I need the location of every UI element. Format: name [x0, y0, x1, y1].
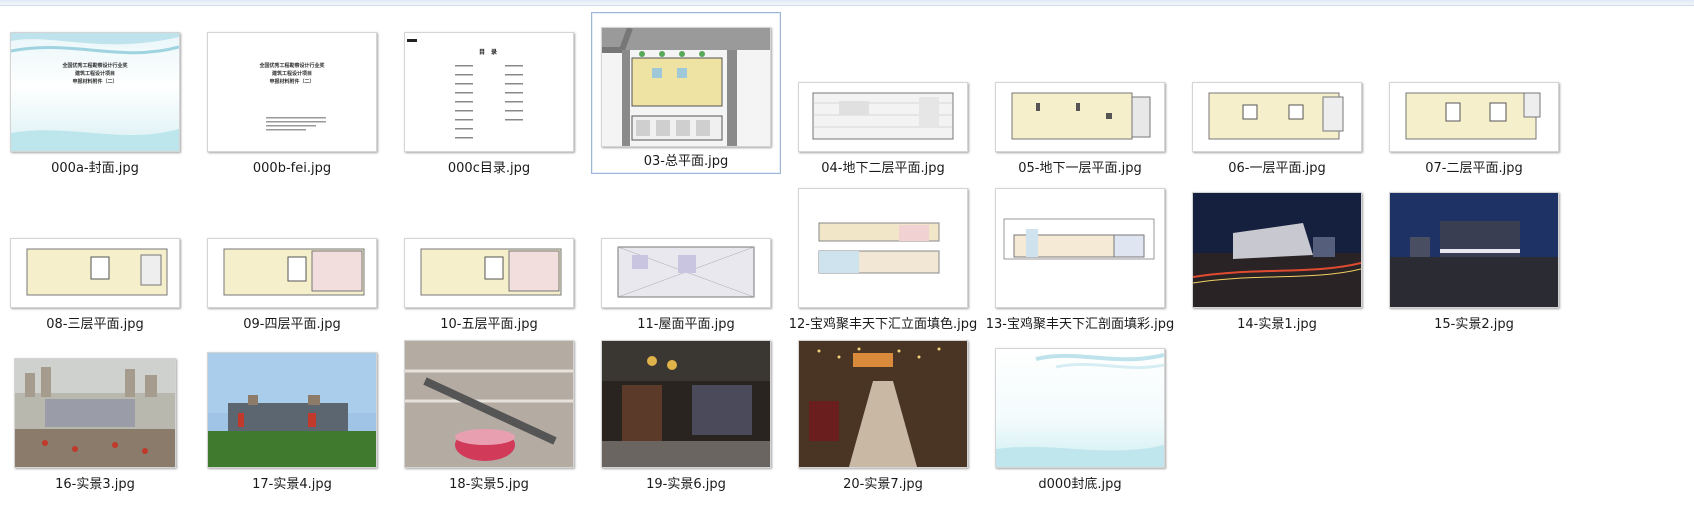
cover-title-line1: 全国优秀工程勘察设计行业奖 [62, 63, 128, 69]
title-page-thumbnail: 全国优秀工程勘察设计行业奖 建筑工程设计项目 申报材料附件（二） [207, 32, 377, 152]
file-item-selected[interactable]: 03-总平面.jpg [591, 12, 781, 174]
file-item[interactable]: 全国优秀工程勘察设计行业奖 建筑工程设计项目 申报材料附件（二） 000b-fe… [197, 12, 387, 182]
plan-thumbnail [798, 82, 968, 152]
photo-thumbnail [14, 358, 176, 468]
file-item[interactable]: 目 录 000c目录.jpg [394, 12, 584, 182]
elevation-thumbnail [798, 188, 968, 308]
file-item[interactable]: 17-实景4.jpg [197, 328, 387, 498]
file-name: 14-实景1.jpg [1237, 317, 1317, 332]
photo-thumbnail [404, 340, 574, 468]
file-name: 18-实景5.jpg [449, 477, 529, 492]
cover-thumbnail: 全国优秀工程勘察设计行业奖 建筑工程设计项目 申报材料附件（二） [10, 32, 180, 152]
file-item[interactable]: 08-三层平面.jpg [0, 168, 190, 338]
file-name: 20-实景7.jpg [843, 477, 923, 492]
file-item[interactable]: 07-二层平面.jpg [1379, 12, 1569, 182]
file-item[interactable]: 11-屋面平面.jpg [591, 168, 781, 338]
file-item[interactable]: 04-地下二层平面.jpg [788, 12, 978, 182]
file-item[interactable]: 12-宝鸡聚丰天下汇立面填色.jpg [788, 168, 978, 338]
file-item[interactable]: 13-宝鸡聚丰天下汇剖面填彩.jpg [985, 168, 1175, 338]
back-cover-thumbnail [995, 348, 1165, 468]
cover-title-line2: 建筑工程设计项目 [74, 71, 115, 77]
file-name: 19-实景6.jpg [646, 477, 726, 492]
plan-thumbnail [995, 82, 1165, 152]
file-name: 17-实景4.jpg [252, 477, 332, 492]
toc-title: 目 录 [478, 49, 500, 56]
plan-thumbnail [1389, 82, 1559, 152]
plan-thumbnail [10, 238, 180, 308]
file-item[interactable]: 06-一层平面.jpg [1182, 12, 1372, 182]
plan-thumbnail [404, 238, 574, 308]
cover-title-line3: 申报材料附件（二） [72, 79, 118, 85]
file-item[interactable]: 20-实景7.jpg [788, 328, 978, 498]
file-item[interactable]: 09-四层平面.jpg [197, 168, 387, 338]
file-item[interactable]: d000封底.jpg [985, 328, 1175, 498]
plan-thumbnail [601, 238, 771, 308]
file-item[interactable]: 14-实景1.jpg [1182, 168, 1372, 338]
photo-thumbnail [798, 340, 968, 468]
file-name: 16-实景3.jpg [55, 477, 135, 492]
plan-thumbnail [1192, 82, 1362, 152]
file-item[interactable]: 16-实景3.jpg [0, 328, 190, 498]
photo-thumbnail [207, 352, 377, 468]
window-top-edge [0, 0, 1694, 6]
section-thumbnail [995, 188, 1165, 308]
file-item[interactable]: 19-实景6.jpg [591, 328, 781, 498]
file-item[interactable]: 15-实景2.jpg [1379, 168, 1569, 338]
photo-thumbnail [1192, 192, 1362, 308]
file-name: 03-总平面.jpg [643, 154, 729, 169]
file-name: d000封底.jpg [1038, 477, 1122, 492]
site-plan-thumbnail [601, 27, 771, 147]
file-item[interactable]: 10-五层平面.jpg [394, 168, 584, 338]
file-item[interactable]: 05-地下一层平面.jpg [985, 12, 1175, 182]
toc-thumbnail: 目 录 [404, 32, 574, 152]
photo-thumbnail [1389, 192, 1559, 308]
file-item[interactable]: 18-实景5.jpg [394, 328, 584, 498]
plan-thumbnail [207, 238, 377, 308]
file-name: 15-实景2.jpg [1434, 317, 1514, 332]
file-item[interactable]: 全国优秀工程勘察设计行业奖 建筑工程设计项目 申报材料附件（二） 000a-封面… [0, 12, 190, 182]
photo-thumbnail [601, 340, 771, 468]
